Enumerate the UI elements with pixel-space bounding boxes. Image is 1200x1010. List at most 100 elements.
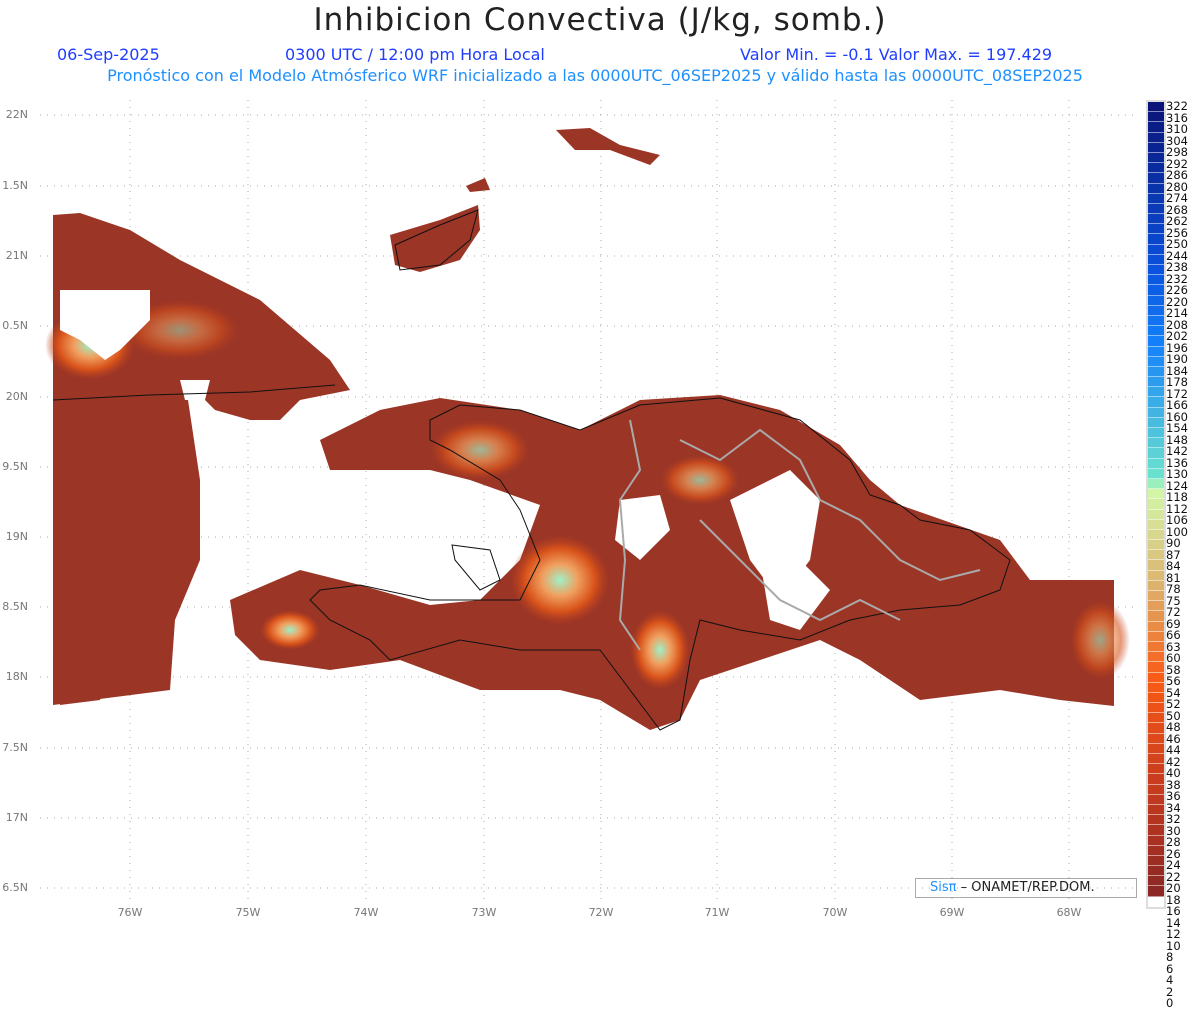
latitude-label: 20N [5, 390, 28, 403]
colorbar-swatch [1148, 295, 1164, 306]
colorbar-swatch [1148, 152, 1164, 164]
logo-brand: Sisπ [930, 880, 957, 895]
colorbar-swatch [1148, 203, 1164, 215]
colorbar-swatch [1148, 254, 1164, 265]
cin-map [40, 100, 1135, 905]
colorbar-swatch [1148, 764, 1164, 775]
colorbar-swatch [1148, 692, 1164, 704]
colorbar-swatch [1148, 142, 1164, 153]
colorbar-swatch [1148, 102, 1164, 113]
colorbar-swatch [1148, 876, 1164, 887]
colorbar-swatch [1148, 886, 1164, 897]
colorbar-swatch [1148, 366, 1164, 378]
colorbar-swatch [1148, 275, 1164, 286]
colorbar-swatch [1148, 855, 1164, 867]
colorbar-swatch [1148, 478, 1164, 490]
colorbar-swatch [1148, 754, 1164, 765]
colorbar-swatch [1148, 723, 1164, 734]
colorbar-swatch [1148, 784, 1164, 795]
colorbar-swatch [1148, 804, 1164, 816]
latitude-label: 18N [5, 670, 28, 683]
colorbar-swatch [1148, 397, 1164, 408]
colorbar-swatch [1148, 224, 1164, 235]
colorbar-swatch [1148, 417, 1164, 428]
colorbar-labels: 322 316 310 304 298 292 286 280 274 268 262 256 250 2… [1166, 100, 1188, 1008]
longitude-label: 75W [235, 906, 261, 919]
colorbar-swatch [1148, 183, 1164, 194]
colorbar-swatch [1148, 570, 1164, 581]
colorbar-label: 12 [1166, 927, 1181, 941]
colorbar-swatch [1148, 509, 1164, 520]
latitude-label: 0.5N [2, 319, 28, 332]
latitude-label: 8.5N [2, 600, 28, 613]
colorbar-swatch [1148, 234, 1164, 245]
colorbar-swatch [1148, 265, 1164, 276]
colorbar-swatch [1148, 540, 1164, 551]
latitude-label: 22N [5, 108, 28, 121]
colorbar-swatch [1148, 387, 1164, 398]
colorbar-swatch [1148, 468, 1164, 479]
colorbar-swatch [1148, 244, 1164, 255]
colorbar-label: 0 [1166, 996, 1174, 1010]
colorbar-swatch [1148, 631, 1164, 642]
colorbar-label: 2 [1166, 984, 1174, 999]
colorbar-swatch [1148, 560, 1164, 571]
sispi-logo: Sisπ – ONAMET/REP.DOM. [915, 878, 1137, 898]
colorbar-swatch [1148, 326, 1164, 337]
colorbar-swatch [1148, 122, 1164, 133]
colorbar-swatch [1148, 815, 1164, 826]
latitude-label: 19N [5, 530, 28, 543]
colorbar-swatch [1148, 774, 1164, 785]
longitude-label: 76W [117, 906, 143, 919]
colorbar-swatch [1148, 662, 1164, 673]
colorbar-swatch [1148, 845, 1164, 856]
colorbar-swatch [1148, 703, 1164, 714]
longitude-label: 68W [1056, 906, 1082, 919]
colorbar-swatch [1148, 336, 1164, 347]
colorbar-label: 10 [1166, 938, 1181, 953]
colorbar-swatch [1148, 407, 1164, 418]
colorbar-swatch [1148, 448, 1164, 459]
longitude-label: 71W [704, 906, 730, 919]
latitude-label: 1.5N [2, 179, 28, 192]
colorbar-label: 8 [1166, 950, 1174, 964]
colorbar-swatch [1148, 193, 1164, 204]
logo-text: – ONAMET/REP.DOM. [956, 880, 1095, 895]
colorbar-swatch [1148, 835, 1164, 846]
latitude-label: 21N [5, 249, 28, 262]
latitude-label: 7.5N [2, 741, 28, 754]
colorbar-swatch [1148, 489, 1164, 500]
colorbar-swatch [1148, 641, 1164, 653]
colorbar-swatch [1148, 458, 1164, 469]
colorbar-swatch [1148, 580, 1164, 591]
colorbar-swatch [1148, 214, 1164, 225]
colorbar-swatch [1148, 550, 1164, 561]
colorbar-swatch [1148, 438, 1164, 449]
colorbar-swatch [1148, 346, 1164, 357]
colorbar-swatch [1148, 743, 1164, 754]
colorbar-swatch [1148, 285, 1164, 296]
latitude-label: 17N [5, 811, 28, 824]
colorbar-swatch [1148, 356, 1164, 367]
colorbar-swatch [1148, 672, 1164, 683]
colorbar-swatch [1148, 733, 1164, 744]
longitude-label: 69W [939, 906, 965, 919]
colorbar-label: 4 [1166, 973, 1174, 987]
colorbar-swatch [1148, 132, 1164, 143]
colorbar-swatch [1148, 377, 1164, 388]
colorbar-swatch [1148, 428, 1164, 439]
colorbar-swatch [1148, 112, 1164, 123]
colorbar-swatch [1148, 499, 1164, 510]
colorbar-swatch [1148, 305, 1164, 316]
latitude-label: 9.5N [2, 460, 28, 473]
colorbar-swatch [1148, 794, 1164, 805]
colorbar-swatch [1148, 591, 1164, 602]
colorbar-label: 14 [1166, 915, 1181, 930]
colorbar-swatch [1148, 866, 1164, 877]
colorbar-swatch [1148, 519, 1164, 530]
colorbar-swatch [1148, 601, 1164, 612]
colorbar-swatch [1148, 825, 1164, 836]
colorbar-swatch [1148, 652, 1164, 663]
longitude-label: 74W [353, 906, 379, 919]
colorbar-swatch [1148, 713, 1164, 724]
